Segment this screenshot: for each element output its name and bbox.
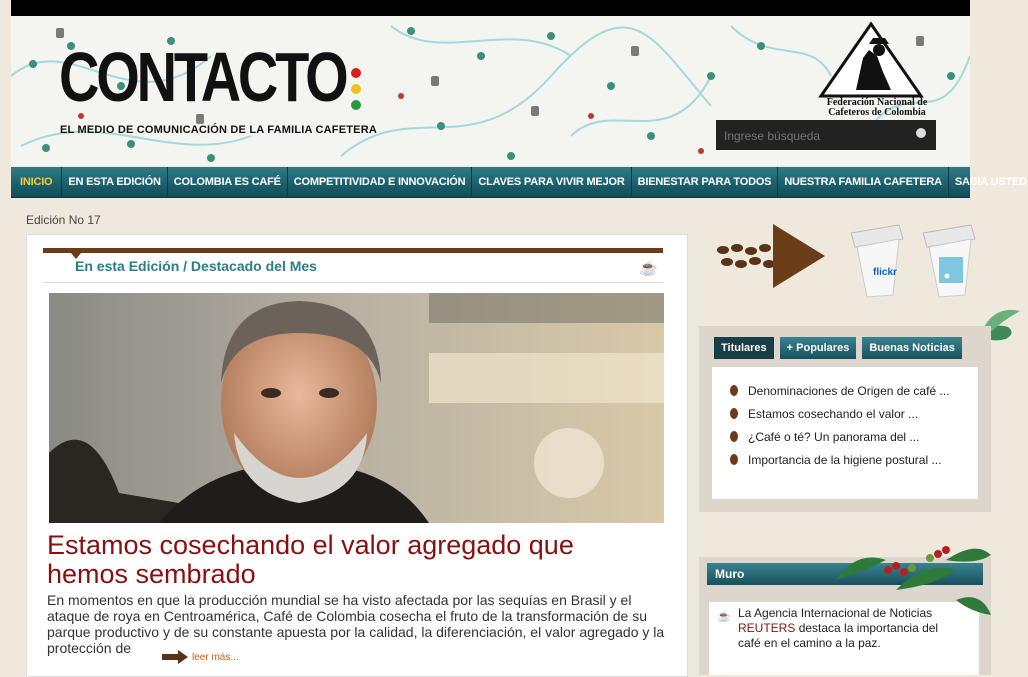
search-icon[interactable]	[916, 128, 926, 138]
coffee-branch-icon	[836, 546, 991, 615]
headlines-widget: Titulares + Populares Buenas Noticias De…	[699, 326, 991, 512]
read-more-link[interactable]: leer más...	[162, 650, 239, 664]
read-more-label: leer más...	[192, 651, 239, 663]
coffee-bean-arrow-icon	[717, 224, 825, 288]
headlines-tabs: Titulares + Populares Buenas Noticias	[714, 337, 962, 359]
site-header: CONTACTO EL MEDIO DE COMUNICACIÓN DE LA …	[11, 16, 970, 166]
nav-item-claves[interactable]: CLAVES PARA VIVIR MEJOR	[472, 167, 632, 197]
featured-photo[interactable]	[49, 293, 664, 523]
section-title: En esta Edición / Destacado del Mes	[75, 258, 317, 274]
main-nav: INICIO EN ESTA EDICIÓN COLOMBIA ES CAFÉ …	[11, 167, 1028, 198]
flickr-cup-icon[interactable]: flickr	[850, 224, 904, 298]
search-input[interactable]	[722, 124, 906, 148]
list-item[interactable]: Denominaciones de Origen de café ...	[730, 379, 978, 402]
nav-item-en-esta-edicion[interactable]: EN ESTA EDICIÓN	[62, 167, 168, 197]
coffee-bean-icon	[730, 431, 738, 442]
featured-summary: En momentos en que la producción mundial…	[47, 592, 665, 656]
list-item[interactable]: Importancia de la higiene postural ...	[730, 448, 978, 471]
nav-item-familia-cafetera[interactable]: NUESTRA FAMILIA CAFETERA	[778, 167, 949, 197]
featured-panel: En esta Edición / Destacado del Mes ☕ Es…	[26, 234, 688, 677]
nav-item-inicio[interactable]: INICIO	[11, 167, 63, 197]
tab-titulares[interactable]: Titulares	[714, 337, 774, 359]
top-black-bar	[11, 0, 970, 16]
federation-name: Federación Nacional de Cafeteros de Colo…	[826, 97, 928, 118]
list-item[interactable]: ¿Café o té? Un panorama del ...	[730, 425, 978, 448]
search-box	[716, 120, 936, 150]
svg-text:flickr: flickr	[873, 267, 897, 278]
social-cups: flickr	[845, 213, 985, 308]
reuters-link[interactable]: REUTERS	[738, 621, 795, 635]
coffee-cup-icon: ☕	[639, 260, 658, 277]
tab-buenas-noticias[interactable]: Buenas Noticias	[862, 337, 962, 359]
site-logo[interactable]: CONTACTO	[59, 42, 349, 112]
nav-item-competitividad[interactable]: COMPETITIVIDAD E INNOVACIÓN	[288, 167, 473, 197]
coffee-bean-icon	[730, 408, 738, 419]
tab-populares[interactable]: + Populares	[779, 337, 857, 359]
arrow-right-icon	[162, 650, 188, 664]
rss-cup-icon[interactable]	[922, 224, 976, 298]
divider	[43, 282, 663, 283]
nav-item-colombia-es-cafe[interactable]: COLOMBIA ES CAFÉ	[168, 167, 288, 197]
coffee-bean-icon	[730, 385, 738, 396]
site-tagline: EL MEDIO DE COMUNICACIÓN DE LA FAMILIA C…	[60, 124, 377, 136]
coffee-bean-icon	[730, 454, 738, 465]
nav-item-sabia-usted[interactable]: SABIA USTED QUE...	[949, 167, 1028, 197]
featured-headline[interactable]: Estamos cosechando el valor agregado que…	[47, 531, 657, 589]
headlines-list: Denominaciones de Origen de café ... Est…	[712, 367, 978, 499]
edition-label: Edición No 17	[26, 213, 101, 227]
panel-top-rule	[43, 248, 663, 259]
coffee-cup-icon: ☕	[717, 611, 731, 623]
traffic-light-icon	[351, 68, 361, 116]
nav-item-bienestar[interactable]: BIENESTAR PARA TODOS	[632, 167, 779, 197]
list-item[interactable]: Estamos cosechando el valor ...	[730, 402, 978, 425]
